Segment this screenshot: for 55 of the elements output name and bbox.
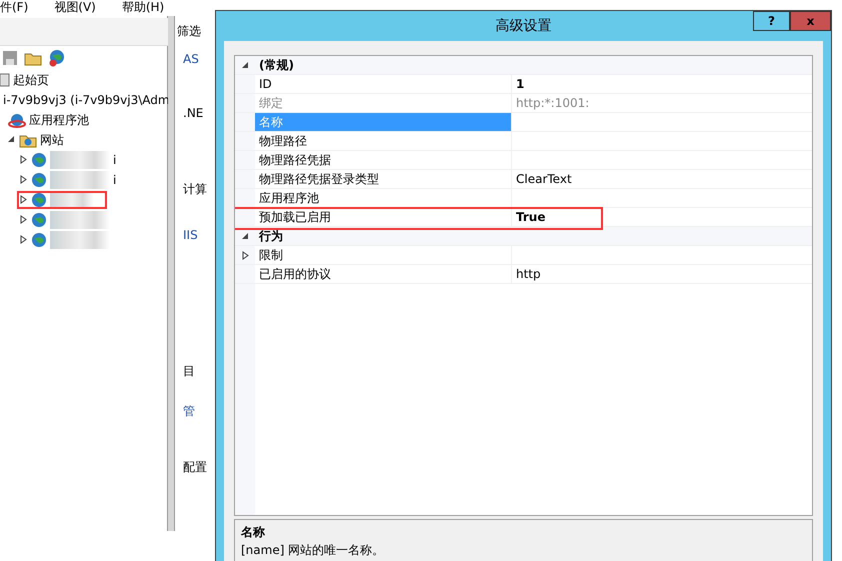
tree-item[interactable]: 网站 [40, 131, 64, 149]
help-button[interactable]: ? [753, 11, 790, 31]
redacted-blur [50, 211, 110, 229]
action-link[interactable]: IIS [183, 226, 198, 244]
app-pool-icon [8, 112, 26, 128]
globe-icon [31, 152, 47, 168]
page-icon [0, 73, 10, 87]
description-text: [name] 网站的唯一名称。 [241, 542, 386, 559]
section-label: 配置 [183, 459, 207, 476]
property-name[interactable]: 应用程序池 [255, 189, 512, 207]
globe-icon [31, 172, 47, 188]
menu-item[interactable]: 视图(V) [54, 0, 96, 16]
property-name[interactable]: 物理路径 [255, 132, 512, 150]
globe-icon [31, 232, 47, 248]
globe-icon [31, 212, 47, 228]
redacted-blur [50, 171, 110, 189]
category-label: 行为 [258, 228, 284, 245]
action-link[interactable]: AS [183, 50, 199, 68]
globe-icon[interactable] [48, 49, 66, 67]
tree-item[interactable]: 起始页 [13, 71, 49, 89]
property-name[interactable]: ID [255, 75, 512, 93]
save-icon[interactable] [2, 50, 18, 66]
section-label: 目 [183, 363, 195, 380]
property-name[interactable]: 已启用的协议 [255, 265, 512, 283]
expander-icon[interactable] [20, 154, 28, 166]
property-value: True [516, 210, 546, 224]
menu-item[interactable]: 件(F) [0, 0, 28, 16]
property-name[interactable]: 物理路径凭据登录类型 [255, 170, 512, 188]
tree-item[interactable]: 应用程序池 [29, 111, 89, 129]
redacted-blur [50, 151, 110, 169]
tree-item[interactable]: i [113, 171, 116, 189]
property-value: http:*:1001: [516, 96, 590, 110]
tree-item[interactable]: i [113, 151, 116, 169]
property-name[interactable]: 限制 [255, 246, 512, 264]
menu-item[interactable]: 帮助(H) [122, 0, 164, 16]
property-name[interactable]: 预加载已启用 [255, 208, 512, 226]
expander-icon[interactable] [20, 234, 28, 246]
column-header[interactable]: 筛选 [177, 22, 201, 40]
redacted-blur [50, 231, 110, 249]
tree-item[interactable]: i-7v9b9vj3 (i-7v9b9vj3\Adm [3, 91, 170, 109]
property-value: 1 [516, 77, 524, 91]
globe-icon [31, 192, 47, 208]
property-value: ClearText [516, 172, 572, 186]
expander-icon[interactable] [20, 214, 28, 226]
section-label: .NE [183, 105, 204, 122]
category-label: (常规) [258, 57, 295, 74]
expander-icon[interactable] [20, 194, 28, 206]
close-button[interactable]: x [790, 11, 831, 31]
property-name[interactable]: 物理路径凭据 [255, 151, 512, 169]
action-link[interactable]: 管 [183, 402, 195, 420]
property-value: http [516, 267, 541, 281]
section-label: 计算 [183, 181, 207, 198]
expander-icon[interactable] [20, 174, 28, 186]
dialog-title: 高级设置 [496, 16, 552, 36]
description-title: 名称 [241, 524, 266, 541]
